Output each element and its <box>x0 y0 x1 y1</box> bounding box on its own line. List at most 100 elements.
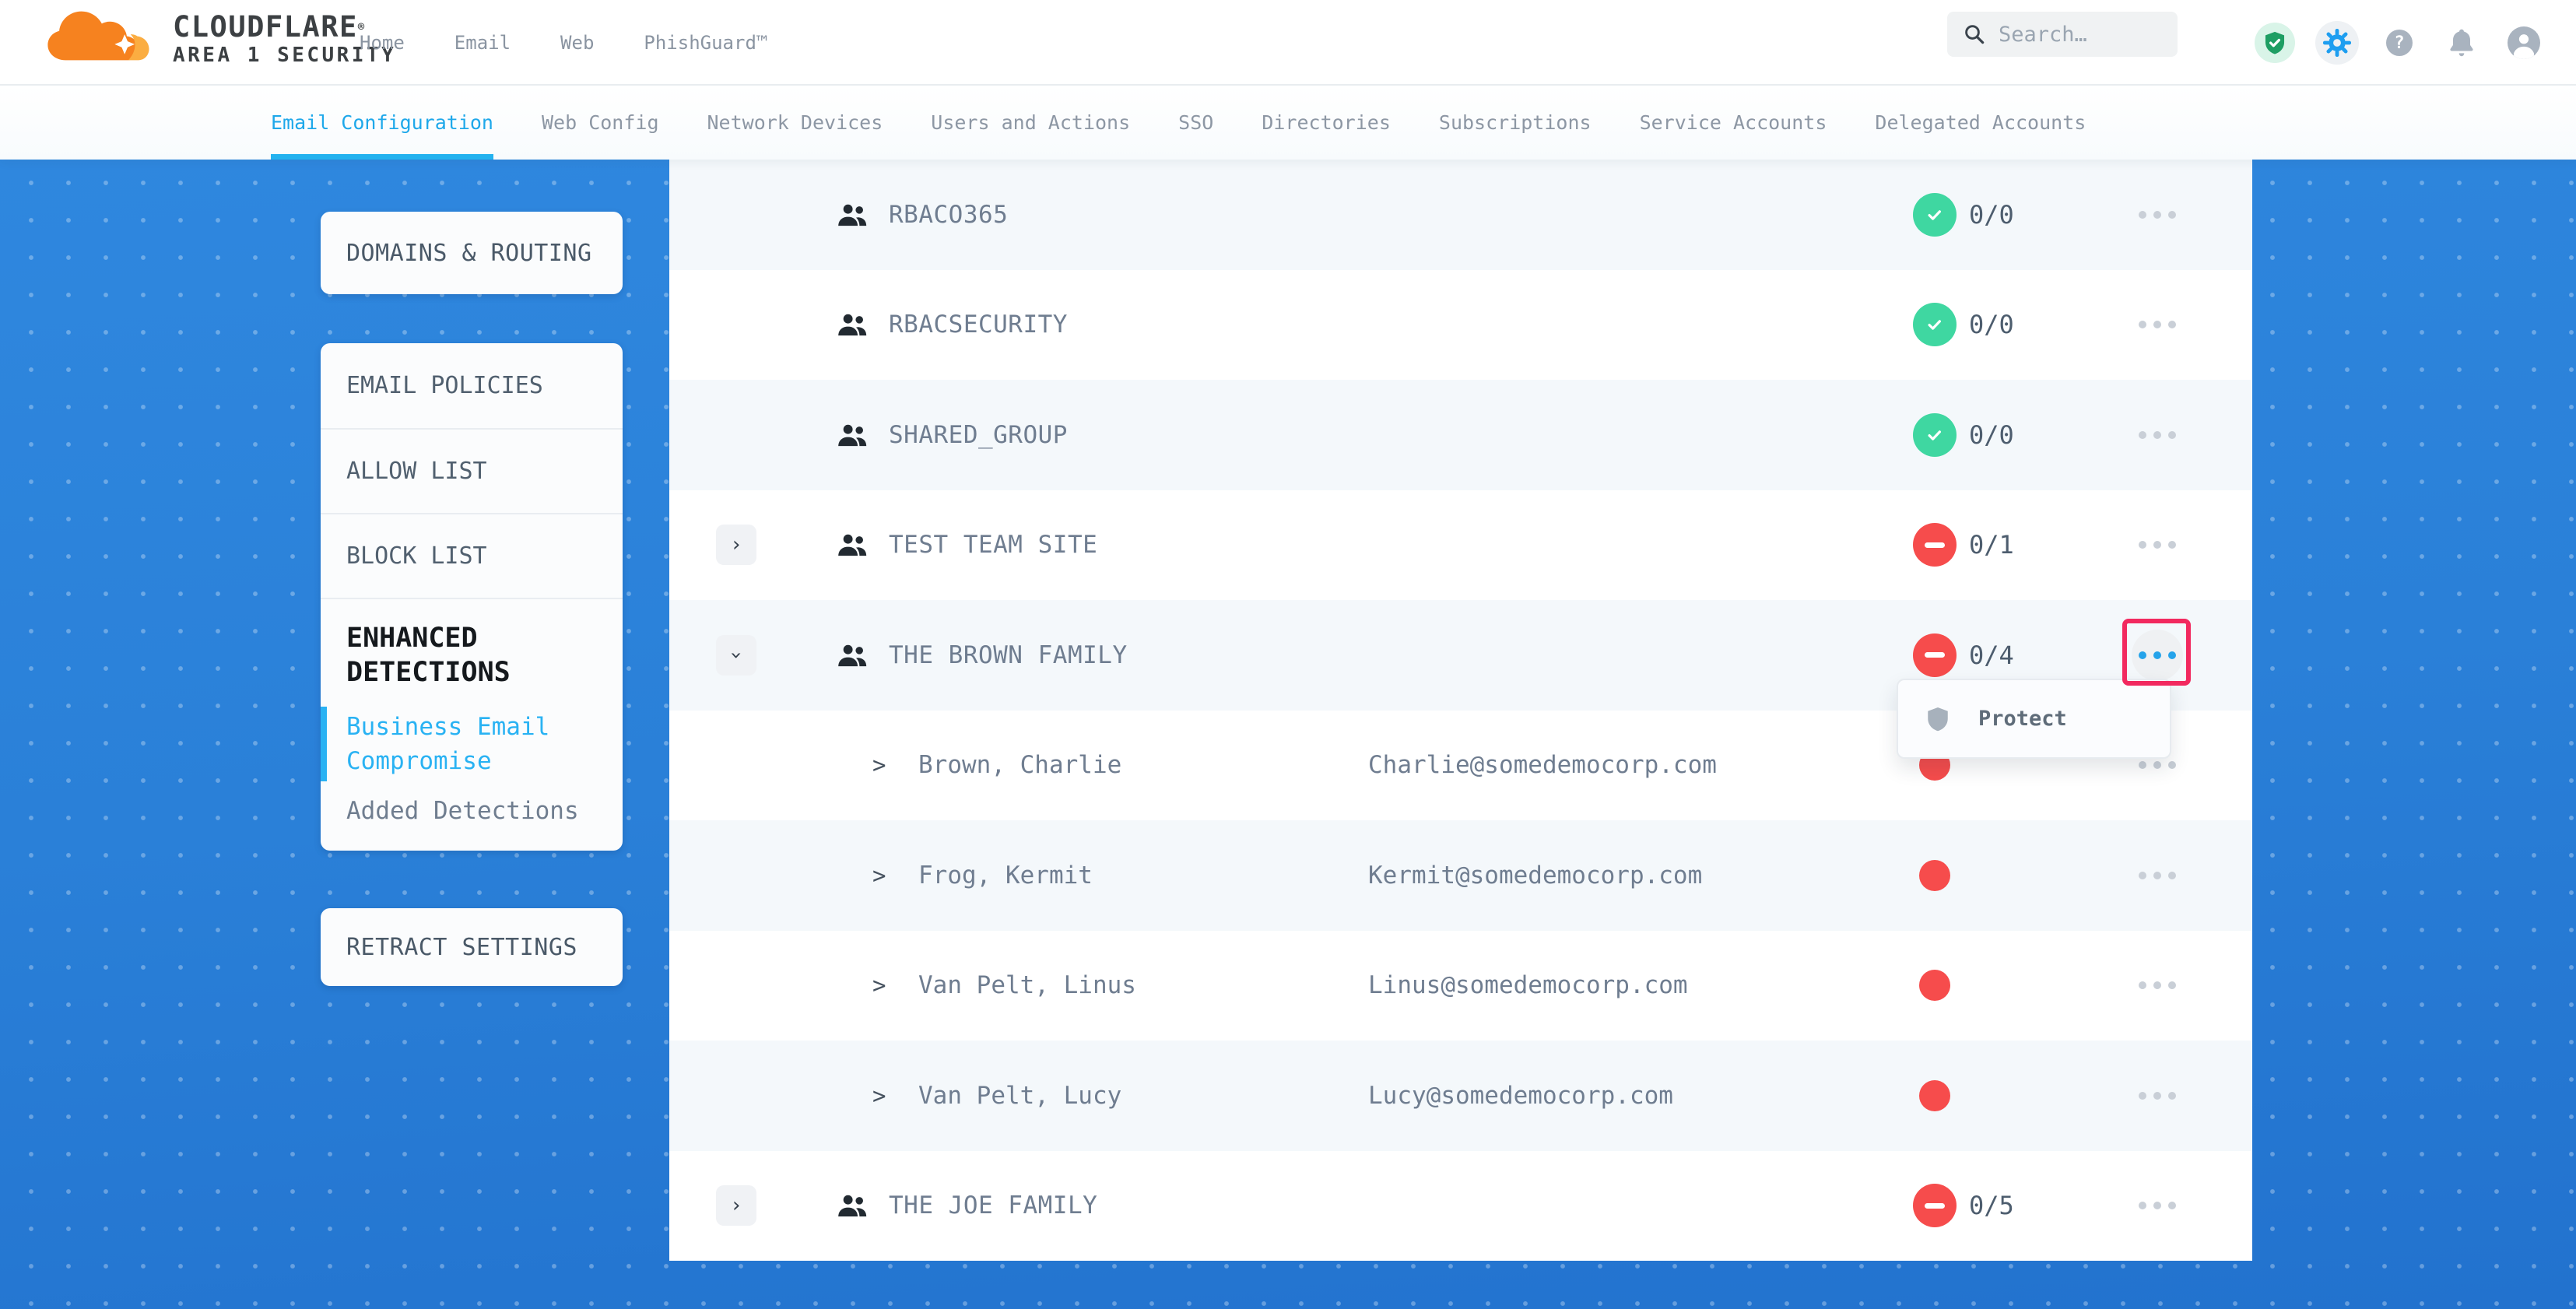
search-icon <box>1963 23 1986 46</box>
domains-routing-label: DOMAINS & ROUTING <box>321 240 592 267</box>
group-name: RBACO365 <box>889 201 1008 229</box>
row-menu-button[interactable] <box>2129 848 2185 904</box>
protected-count: 0/0 <box>1969 420 2014 450</box>
table-row: RBACO365 0/0 <box>669 160 2252 270</box>
collapse-row-button[interactable]: › <box>716 635 756 676</box>
table-row: > Van Pelt, Lucy Lucy@somedemocorp.com <box>669 1041 2252 1151</box>
row-menu-button[interactable] <box>2129 297 2185 353</box>
status-enabled-icon <box>1913 193 1957 237</box>
group-name: RBACSECURITY <box>889 311 1068 339</box>
row-menu-button-active[interactable] <box>2132 630 2183 681</box>
menu-item-protect[interactable]: Protect <box>1978 707 2067 731</box>
nav-item-phishguard[interactable]: PhishGuard™ <box>644 32 767 54</box>
group-people-icon <box>834 417 870 453</box>
chevron-right-icon[interactable]: > <box>872 972 886 998</box>
member-email: Linus@somedemocorp.com <box>1368 971 1688 999</box>
chevron-down-icon: › <box>726 649 746 662</box>
sidebar-item-business-email-compromise[interactable]: Business Email Compromise <box>346 710 564 778</box>
status-dot <box>1919 860 1950 891</box>
group-people-icon <box>834 197 870 233</box>
tab-network-devices[interactable]: Network Devices <box>707 86 883 160</box>
sidebar-card-domains-routing[interactable]: DOMAINS & ROUTING <box>321 212 623 294</box>
table-row: › TEST TEAM SITE 0/1 <box>669 490 2252 601</box>
member-name: Brown, Charlie <box>918 751 1121 779</box>
retract-settings-label: RETRACT SETTINGS <box>321 934 577 961</box>
top-navigation: Home Email Web PhishGuard™ <box>360 0 767 86</box>
nav-item-email[interactable]: Email <box>454 32 511 54</box>
tab-web-config[interactable]: Web Config <box>542 86 659 160</box>
status-disabled-icon <box>1913 523 1957 567</box>
member-name: Van Pelt, Linus <box>918 971 1136 999</box>
user-avatar-icon[interactable] <box>2508 26 2540 59</box>
shield-icon <box>1924 705 1952 733</box>
row-menu-button[interactable] <box>2129 407 2185 463</box>
table-row: > Van Pelt, Linus Linus@somedemocorp.com <box>669 931 2252 1041</box>
row-menu-button[interactable] <box>2129 957 2185 1013</box>
settings-gear-icon[interactable] <box>2315 21 2359 65</box>
table-row: RBACSECURITY 0/0 <box>669 270 2252 381</box>
row-menu-button[interactable] <box>2129 187 2185 243</box>
member-name: Van Pelt, Lucy <box>918 1082 1121 1110</box>
tab-directories[interactable]: Directories <box>1262 86 1391 160</box>
tab-sso[interactable]: SSO <box>1178 86 1213 160</box>
member-email: Kermit@somedemocorp.com <box>1368 862 1702 890</box>
cloudflare-logo-icon <box>43 6 167 65</box>
status-dot <box>1919 1080 1950 1111</box>
group-people-icon <box>834 1188 870 1223</box>
help-icon[interactable]: ? <box>2386 30 2413 56</box>
business-email-compromise-label: Business Email Compromise <box>346 713 549 775</box>
search-input[interactable] <box>1999 23 2162 47</box>
nav-item-web[interactable]: Web <box>560 32 594 54</box>
shield-check-icon[interactable] <box>2255 23 2295 63</box>
sidebar-item-allow-list[interactable]: ALLOW LIST <box>321 428 623 513</box>
table-row: › THE JOE FAMILY 0/5 <box>669 1151 2252 1262</box>
tab-delegated-accounts[interactable]: Delegated Accounts <box>1875 86 2086 160</box>
nav-item-home[interactable]: Home <box>360 32 405 54</box>
protected-count: 0/5 <box>1969 1191 2014 1220</box>
tab-email-configuration[interactable]: Email Configuration <box>271 86 493 160</box>
row-context-menu[interactable]: Protect <box>1897 679 2171 759</box>
group-people-icon <box>834 307 870 342</box>
status-disabled-icon <box>1913 1184 1957 1227</box>
chevron-right-icon[interactable]: > <box>872 1083 886 1109</box>
group-name: THE BROWN FAMILY <box>889 641 1128 669</box>
table-row: > Frog, Kermit Kermit@somedemocorp.com <box>669 820 2252 931</box>
group-people-icon <box>834 527 870 563</box>
status-disabled-icon <box>1913 633 1957 677</box>
help-glyph: ? <box>2394 33 2404 53</box>
active-indicator-bar <box>321 707 327 781</box>
protected-count: 0/0 <box>1969 200 2014 230</box>
app-header: CLOUDFLARE® AREA 1 SECURITY Home Email W… <box>0 0 2576 86</box>
expand-row-button[interactable]: › <box>716 525 756 565</box>
enhanced-detections-section: ENHANCED DETECTIONS Business Email Compr… <box>321 598 623 848</box>
group-name: THE JOE FAMILY <box>889 1191 1097 1220</box>
header-icon-cluster: ? <box>2244 0 2555 86</box>
chevron-right-icon[interactable]: > <box>872 862 886 889</box>
tab-subscriptions[interactable]: Subscriptions <box>1439 86 1592 160</box>
sidebar-item-block-list[interactable]: BLOCK LIST <box>321 513 623 598</box>
search-box[interactable] <box>1947 12 2178 57</box>
row-menu-button[interactable] <box>2129 1177 2185 1234</box>
row-menu-button[interactable] <box>2129 1068 2185 1124</box>
group-people-icon <box>834 637 870 673</box>
notifications-bell-icon[interactable] <box>2444 26 2479 60</box>
tab-service-accounts[interactable]: Service Accounts <box>1640 86 1827 160</box>
secondary-navigation: Email Configuration Web Config Network D… <box>0 86 2576 160</box>
table-row: SHARED_GROUP 0/0 <box>669 380 2252 490</box>
chevron-right-icon[interactable]: > <box>872 752 886 778</box>
member-email: Lucy@somedemocorp.com <box>1368 1082 1673 1110</box>
protected-count: 0/4 <box>1969 640 2014 670</box>
member-name: Frog, Kermit <box>918 862 1093 890</box>
expand-row-button[interactable]: › <box>716 1185 756 1226</box>
sidebar-item-added-detections[interactable]: Added Detections <box>346 797 599 825</box>
member-email: Charlie@somedemocorp.com <box>1368 751 1717 779</box>
row-menu-button[interactable] <box>2129 517 2185 573</box>
status-enabled-icon <box>1913 413 1957 457</box>
protected-count: 0/0 <box>1969 310 2014 339</box>
tab-users-and-actions[interactable]: Users and Actions <box>931 86 1130 160</box>
protected-count: 0/1 <box>1969 530 2014 560</box>
group-name: TEST TEAM SITE <box>889 531 1097 559</box>
sidebar-card-retract-settings[interactable]: RETRACT SETTINGS <box>321 908 623 986</box>
status-enabled-icon <box>1913 303 1957 346</box>
sidebar-item-email-policies[interactable]: EMAIL POLICIES <box>321 343 623 428</box>
